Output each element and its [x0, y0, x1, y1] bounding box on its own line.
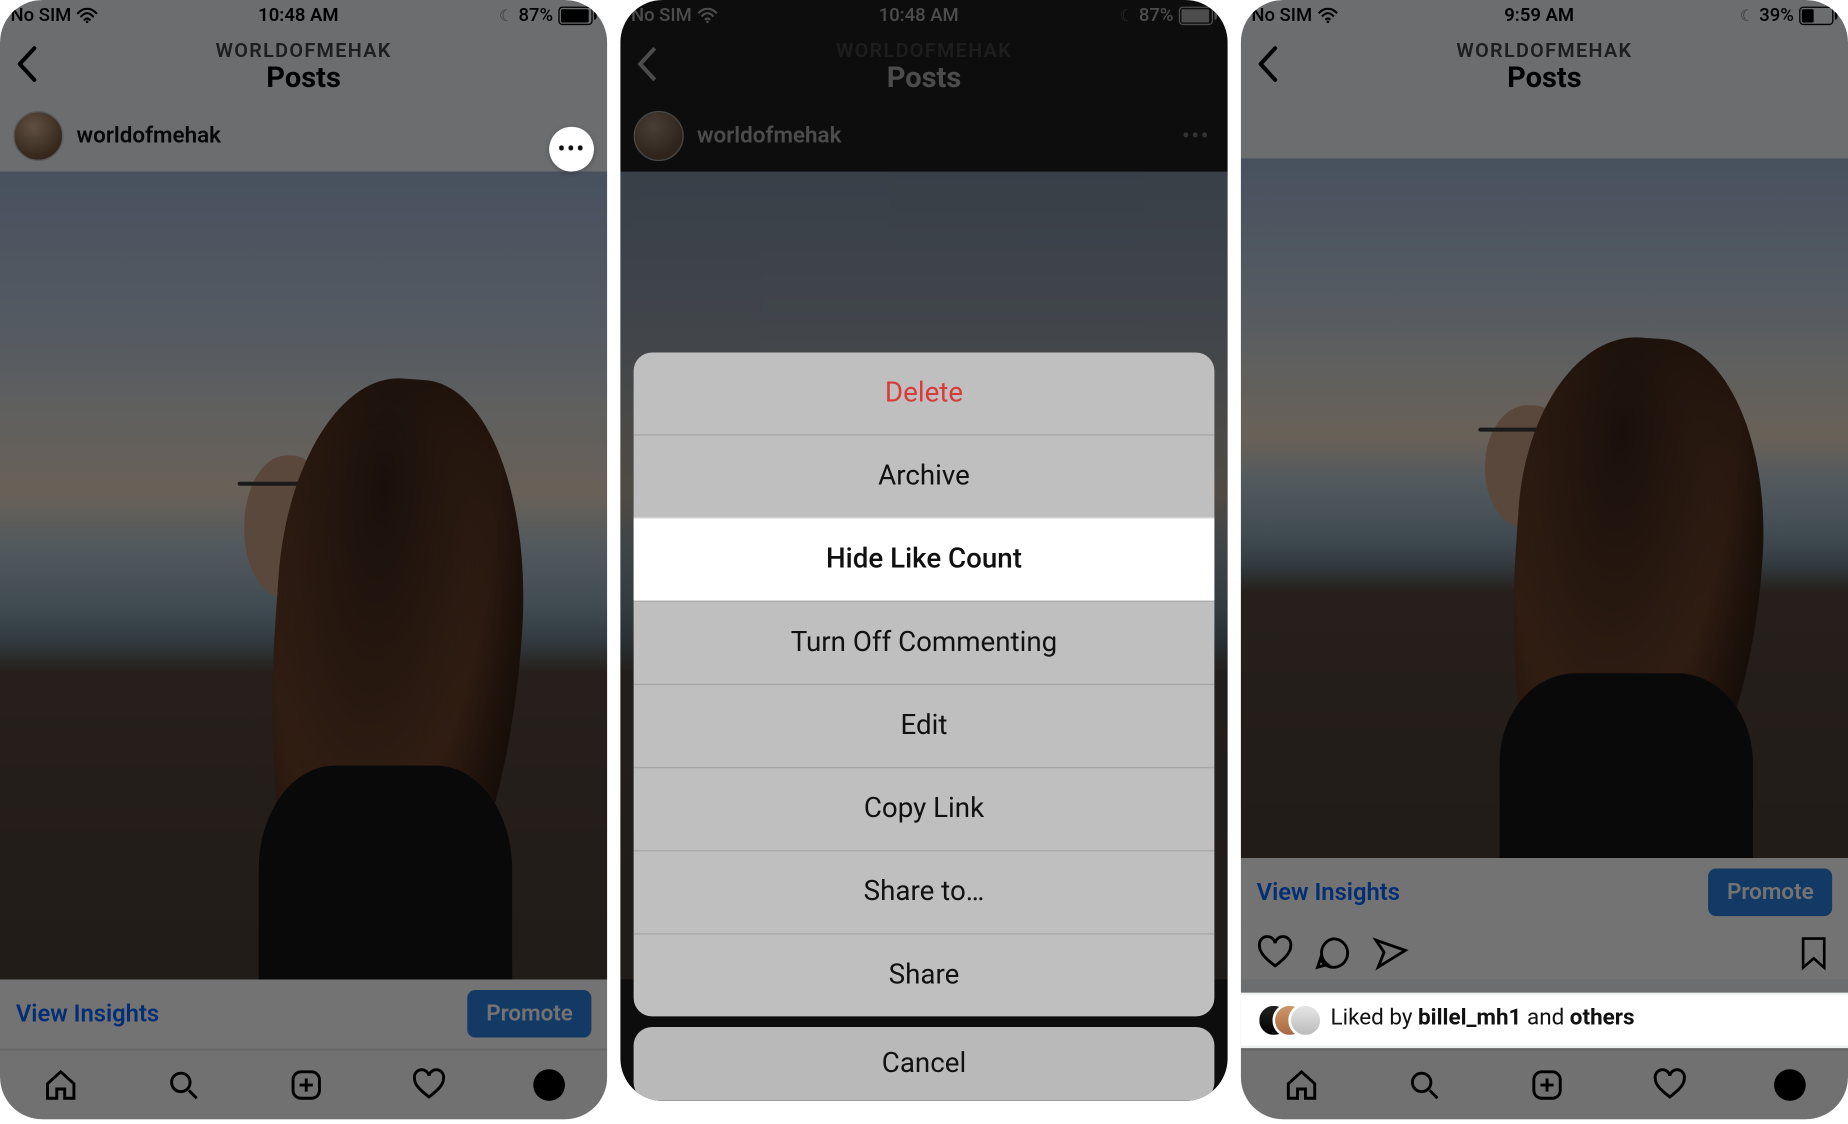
sheet-item-share[interactable]: Share [634, 933, 1215, 1016]
view-insights-link[interactable]: View Insights [1257, 878, 1400, 906]
home-icon[interactable] [43, 1067, 80, 1104]
liker-facepile [1257, 1003, 1320, 1032]
view-insights-link[interactable]: View Insights [16, 1000, 159, 1028]
post-image[interactable] [0, 172, 607, 980]
battery-icon [558, 7, 596, 25]
tab-bar [1241, 1049, 1848, 1119]
insights-bar: View Insights Promote [0, 979, 607, 1048]
comment-icon[interactable] [1315, 935, 1352, 972]
profile-icon[interactable] [1774, 1069, 1806, 1101]
nav-title: Posts [216, 62, 392, 95]
action-sheet: Delete Archive Hide Like Count Turn Off … [634, 352, 1215, 1100]
back-button [631, 40, 665, 94]
clock-label: 9:59 AM [1504, 5, 1574, 26]
post-more-button[interactable]: ••• [549, 127, 594, 172]
wifi-icon [1317, 8, 1338, 24]
post-more-button: ••• [1177, 117, 1214, 154]
activity-icon[interactable] [410, 1067, 447, 1104]
sheet-item-copy-link[interactable]: Copy Link [634, 767, 1215, 850]
insights-bar: View Insights Promote [1241, 858, 1848, 927]
status-bar: No SIM 10:48 AM ☾ 87% [620, 0, 1227, 32]
sheet-cancel-button[interactable]: Cancel [634, 1027, 1215, 1101]
promote-button[interactable]: Promote [468, 990, 592, 1038]
status-bar: No SIM 10:48 AM ☾ 87% [0, 0, 607, 32]
screenshot-1: No SIM 10:48 AM ☾ 87% [0, 0, 607, 1119]
search-icon[interactable] [165, 1067, 202, 1104]
nav-subtitle: WORLDOFMEHAK [836, 39, 1012, 62]
like-icon[interactable] [1257, 935, 1294, 972]
carrier-label: No SIM [631, 5, 692, 26]
sheet-item-turn-off-commenting[interactable]: Turn Off Commenting [634, 601, 1215, 684]
liked-by-row[interactable]: Liked by billel_mh1 and others [1241, 995, 1848, 1045]
new-post-icon[interactable] [1529, 1067, 1566, 1104]
do-not-disturb-icon: ☾ [1119, 7, 1133, 25]
wifi-icon [77, 8, 98, 24]
post-username: worldofmehak [697, 123, 841, 149]
clock-label: 10:48 AM [879, 5, 959, 26]
post-actions [1241, 927, 1848, 980]
battery-pct-label: 39% [1759, 5, 1794, 26]
new-post-icon[interactable] [288, 1067, 325, 1104]
battery-pct-label: 87% [518, 5, 553, 26]
nav-header: WORLDOFMEHAK Posts [0, 32, 607, 103]
avatar[interactable] [13, 111, 63, 161]
wifi-icon [697, 8, 718, 24]
screenshot-2: No SIM 10:48 AM ☾ 87% [620, 0, 1227, 1101]
profile-icon[interactable] [533, 1069, 565, 1101]
nav-subtitle: WORLDOFMEHAK [1456, 39, 1632, 62]
liked-by-text: Liked by billel_mh1 and others [1331, 1005, 1635, 1031]
action-sheet-group: Delete Archive Hide Like Count Turn Off … [634, 352, 1215, 1016]
nav-header: WORLDOFMEHAK Posts [620, 32, 1227, 103]
carrier-label: No SIM [1251, 5, 1312, 26]
sheet-item-edit[interactable]: Edit [634, 684, 1215, 767]
search-icon[interactable] [1406, 1067, 1443, 1104]
carrier-label: No SIM [11, 5, 72, 26]
promote-button[interactable]: Promote [1709, 869, 1833, 917]
battery-icon [1799, 7, 1837, 25]
status-bar: No SIM 9:59 AM ☾ 39% [1241, 0, 1848, 32]
save-icon[interactable] [1795, 935, 1832, 972]
sheet-item-delete[interactable]: Delete [634, 352, 1215, 434]
activity-icon[interactable] [1651, 1067, 1688, 1104]
clock-label: 10:48 AM [258, 5, 338, 26]
person-silhouette [231, 365, 583, 979]
nav-header: WORLDOFMEHAK Posts [1241, 32, 1848, 103]
do-not-disturb-icon: ☾ [499, 7, 513, 25]
screenshot-3: No SIM 9:59 AM ☾ 39% [1241, 0, 1848, 1119]
back-button[interactable] [1251, 40, 1285, 94]
do-not-disturb-icon: ☾ [1740, 7, 1754, 25]
sheet-item-hide-like-count[interactable]: Hide Like Count [634, 517, 1215, 600]
share-icon[interactable] [1373, 935, 1410, 972]
home-icon[interactable] [1284, 1067, 1321, 1104]
post-header: worldofmehak [0, 103, 607, 172]
back-button[interactable] [11, 40, 45, 94]
battery-icon [1179, 7, 1217, 25]
sheet-item-share-to[interactable]: Share to… [634, 850, 1215, 933]
avatar [634, 111, 684, 161]
sheet-item-archive[interactable]: Archive [634, 434, 1215, 517]
post-username[interactable]: worldofmehak [77, 123, 221, 149]
nav-title: Posts [1456, 62, 1632, 95]
post-header: worldofmehak ••• [620, 103, 1227, 172]
tab-bar [0, 1049, 607, 1119]
nav-title: Posts [836, 62, 1012, 95]
battery-pct-label: 87% [1139, 5, 1174, 26]
nav-subtitle: WORLDOFMEHAK [216, 39, 392, 62]
post-image[interactable] [1241, 158, 1848, 858]
